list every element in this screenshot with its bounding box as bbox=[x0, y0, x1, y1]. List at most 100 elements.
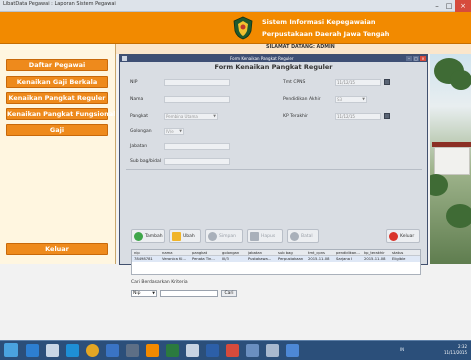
jabatan-field[interactable] bbox=[164, 143, 230, 150]
table-cell: Sarjana I bbox=[336, 257, 353, 261]
excel-icon[interactable] bbox=[166, 344, 179, 357]
search-button[interactable]: Cari bbox=[221, 290, 237, 297]
keluar-button[interactable]: Keluar bbox=[386, 229, 420, 243]
sidebar-item-gaji[interactable]: Gaji bbox=[6, 124, 108, 136]
pangkat-select[interactable]: Pembina Utama ▼ bbox=[164, 113, 218, 120]
sub-bagian-field[interactable] bbox=[164, 158, 230, 165]
app-title: Sistem Informasi Kepegawaian bbox=[262, 18, 376, 26]
pendidikan-select[interactable]: S3 ▼ bbox=[335, 96, 367, 103]
logout-button[interactable]: Keluar bbox=[6, 243, 108, 255]
nip-label: NIP bbox=[130, 80, 138, 85]
pendidikan-value: S3 bbox=[337, 97, 343, 102]
column-header[interactable]: pendidikan... bbox=[336, 251, 362, 255]
kp-terakhir-value: 11/12/15 bbox=[337, 114, 355, 119]
divider bbox=[126, 169, 422, 170]
tmt-cpns-field[interactable]: 11/12/15 bbox=[335, 79, 381, 86]
close-button[interactable]: × bbox=[455, 0, 471, 12]
column-header[interactable]: nama bbox=[162, 251, 190, 255]
ubah-label: Ubah bbox=[183, 234, 195, 239]
calendar-icon[interactable] bbox=[384, 113, 390, 119]
explorer-icon[interactable] bbox=[46, 344, 59, 357]
golongan-select[interactable]: IV/e ▼ bbox=[164, 128, 184, 135]
sidebar-item-kenaikan-pangkat-reguler[interactable]: Kenaikan Pangkat Reguler bbox=[6, 92, 108, 104]
hapus-button[interactable]: Hapus bbox=[247, 229, 283, 243]
tmt-cpns-value: 11/12/15 bbox=[337, 80, 355, 85]
dialog-heading: Form Kenaikan Pangkat Reguler bbox=[214, 63, 333, 71]
golongan-value: IV/e bbox=[166, 129, 174, 134]
pangkat-value: Pembina Utama bbox=[166, 114, 198, 119]
exit-icon bbox=[389, 232, 398, 241]
column-header[interactable]: status bbox=[392, 251, 418, 255]
welcome-text: SILAMAT DATANG: ADMIN bbox=[266, 45, 335, 50]
app-icon[interactable] bbox=[106, 344, 119, 357]
start-button[interactable] bbox=[4, 343, 18, 357]
calendar-icon[interactable] bbox=[384, 79, 390, 85]
table-row[interactable]: 78498781 Veronica Ki... Penata Tin... II… bbox=[132, 256, 420, 262]
background-photo bbox=[430, 54, 471, 264]
simpan-label: Simpan bbox=[219, 234, 236, 239]
batal-button[interactable]: Batal bbox=[287, 229, 319, 243]
app-subtitle: Perpustakaan Daerah Jawa Tengah bbox=[262, 30, 390, 38]
app-icon[interactable] bbox=[126, 344, 139, 357]
column-header[interactable]: kp_terakhir bbox=[364, 251, 390, 255]
table-cell: Eligible bbox=[392, 257, 406, 261]
trash-icon bbox=[250, 232, 259, 241]
batal-label: Batal bbox=[301, 234, 313, 239]
nama-label: Nama bbox=[130, 97, 144, 102]
tambah-label: Tambah bbox=[145, 234, 163, 239]
minimize-button[interactable]: – bbox=[431, 0, 443, 12]
column-header[interactable]: pangkat bbox=[192, 251, 220, 255]
nama-field[interactable] bbox=[164, 96, 230, 103]
welcome-bar: SILAMAT DATANG: ADMIN bbox=[116, 44, 471, 54]
dialog-minimize-button[interactable]: – bbox=[406, 56, 412, 61]
app-icon[interactable] bbox=[186, 344, 199, 357]
clock[interactable]: 2:32 11/11/2015 bbox=[444, 344, 467, 356]
cancel-icon bbox=[290, 232, 299, 241]
tmt-cpns-label: Tmt CPNS bbox=[283, 80, 306, 85]
search-input[interactable] bbox=[160, 290, 218, 297]
kp-terakhir-field[interactable]: 11/12/15 bbox=[335, 113, 381, 120]
chevron-down-icon: ▼ bbox=[152, 291, 155, 295]
chrome-icon[interactable] bbox=[86, 344, 99, 357]
table-cell: 2015-11-08 bbox=[308, 257, 330, 261]
dialog-titlebar: Form Kenaikan Pangkat Reguler – □ × bbox=[120, 55, 427, 62]
app-header: Sistem Informasi Kepegawaian Perpustakaa… bbox=[0, 12, 471, 44]
dialog-maximize-button[interactable]: □ bbox=[413, 56, 419, 61]
word-icon[interactable] bbox=[206, 344, 219, 357]
save-icon bbox=[208, 232, 217, 241]
app-icon[interactable] bbox=[246, 344, 259, 357]
dialog-window-title: Form Kenaikan Pangkat Reguler bbox=[230, 56, 294, 61]
sidebar-item-kenaikan-gaji-berkala[interactable]: Kenaikan Gaji Berkala bbox=[6, 76, 108, 88]
nip-field[interactable] bbox=[164, 79, 230, 86]
column-header[interactable]: nip bbox=[134, 251, 160, 255]
app-icon[interactable] bbox=[226, 344, 239, 357]
maximize-button[interactable]: □ bbox=[443, 0, 455, 12]
sidebar-item-daftar-pegawai[interactable]: Daftar Pegawai bbox=[6, 59, 108, 71]
taskbar: IN 2:32 11/11/2015 bbox=[0, 340, 471, 360]
app-icon[interactable] bbox=[66, 344, 79, 357]
table-cell: 78498781 bbox=[134, 257, 153, 261]
column-header[interactable]: golongan bbox=[222, 251, 246, 255]
column-header[interactable]: sub bag bbox=[278, 251, 306, 255]
search-label: Cari Berdasarkan Kriteria bbox=[131, 280, 188, 285]
column-header[interactable]: jabatan bbox=[248, 251, 276, 255]
table-cell: III/3 bbox=[222, 257, 229, 261]
sub-bagian-label: Sub bag/bidal bbox=[130, 159, 161, 164]
app-icon[interactable] bbox=[286, 344, 299, 357]
form-kenaikan-pangkat-dialog: Form Kenaikan Pangkat Reguler – □ × Form… bbox=[119, 54, 428, 297]
app-icon[interactable] bbox=[266, 344, 279, 357]
window-titlebar: LibatData Pegawai : Laporan Sistem Pegaw… bbox=[0, 0, 471, 12]
table-cell: Veronica Ki... bbox=[162, 257, 186, 261]
simpan-button[interactable]: Simpan bbox=[205, 229, 243, 243]
column-header[interactable]: tmt_cpns bbox=[308, 251, 334, 255]
pangkat-label: Pangkat bbox=[130, 114, 149, 119]
ubah-button[interactable]: Ubah bbox=[169, 229, 201, 243]
province-logo-icon bbox=[233, 16, 253, 40]
dialog-close-button[interactable]: × bbox=[420, 56, 426, 61]
sidebar-item-kenaikan-pangkat-fungsional[interactable]: Kenaikan Pangkat Fungsional bbox=[6, 108, 115, 120]
browser-icon[interactable] bbox=[26, 344, 39, 357]
search-criteria-select[interactable]: Nip ▼ bbox=[131, 290, 157, 297]
tambah-button[interactable]: Tambah bbox=[131, 229, 165, 243]
java-icon[interactable] bbox=[146, 344, 159, 357]
system-tray[interactable]: IN bbox=[400, 347, 404, 352]
